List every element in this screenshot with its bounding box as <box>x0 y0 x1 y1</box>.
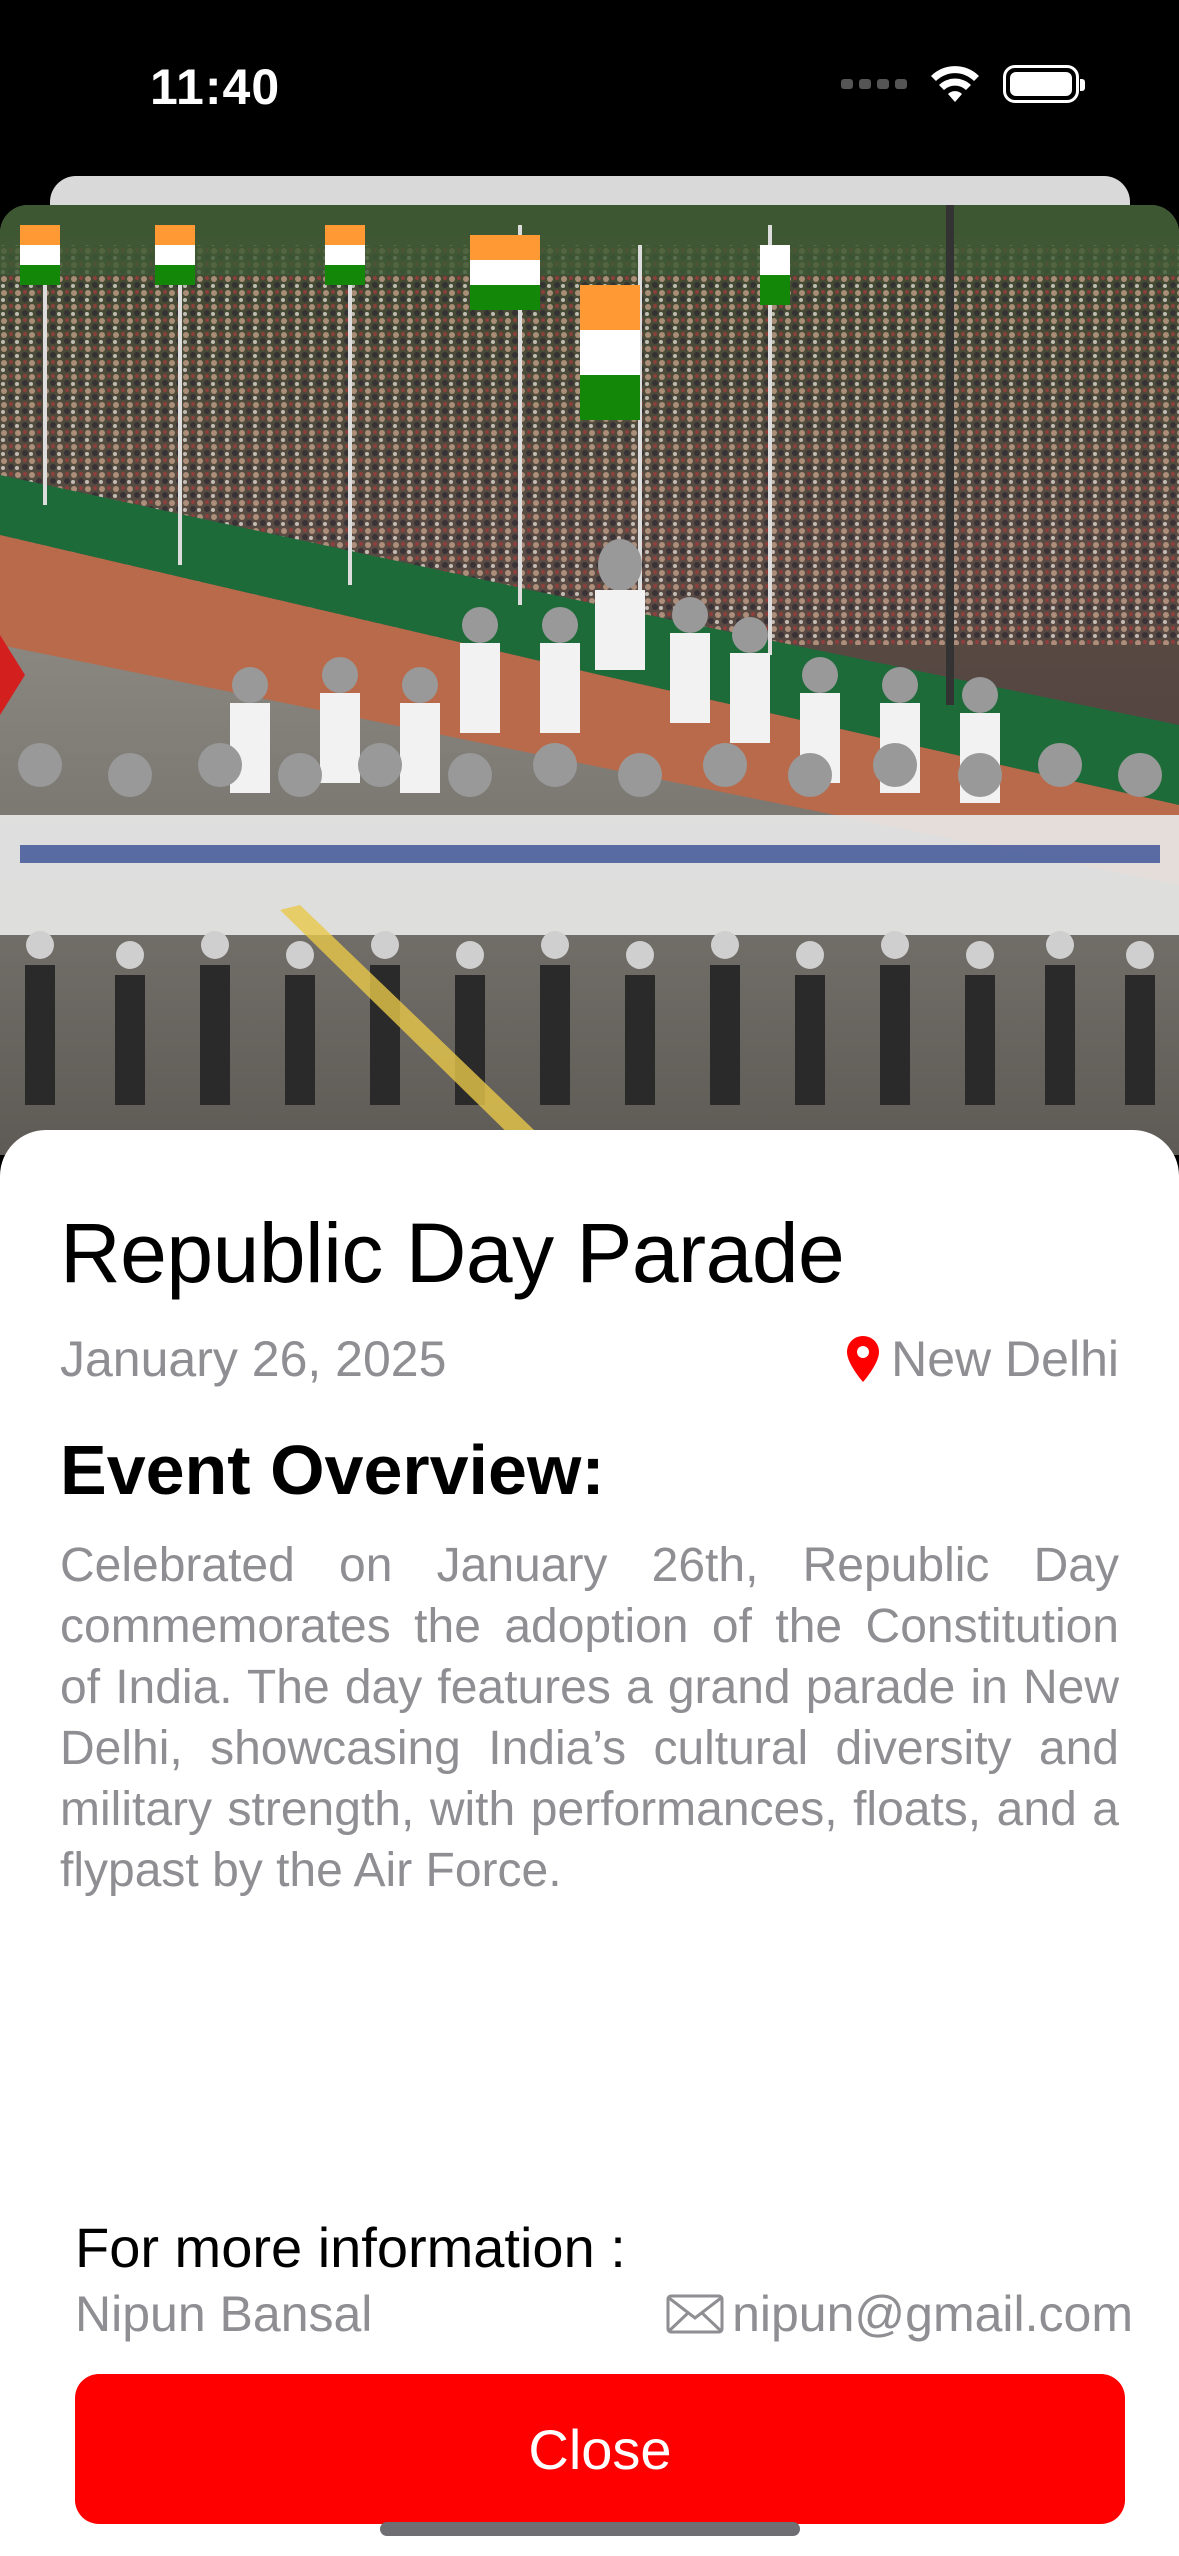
status-icons <box>841 64 1085 104</box>
location-pin-icon <box>847 1336 880 1382</box>
event-detail-card: Republic Day Parade January 26, 2025 New… <box>0 1130 1179 2556</box>
contact-email-link[interactable]: nipun@gmail.com <box>666 2285 1133 2343</box>
contact-email-label: nipun@gmail.com <box>732 2286 1133 2342</box>
battery-icon <box>1003 65 1085 103</box>
wifi-icon <box>931 66 979 102</box>
event-meta-row: January 26, 2025 New Delhi <box>60 1330 1119 1388</box>
more-info-heading: For more information : <box>75 2216 626 2279</box>
event-location-label: New Delhi <box>891 1331 1119 1387</box>
event-location: New Delhi <box>847 1330 1119 1388</box>
signal-icon <box>841 79 907 89</box>
status-bar: 11:40 <box>0 0 1179 175</box>
event-hero-image <box>0 205 1179 1155</box>
contact-name: Nipun Bansal <box>75 2286 373 2342</box>
mail-icon <box>666 2294 724 2334</box>
overview-heading: Event Overview: <box>60 1431 605 1509</box>
contact-row: Nipun Bansal nipun@gmail.com <box>75 2285 1133 2343</box>
event-date: January 26, 2025 <box>60 1331 447 1387</box>
event-title: Republic Day Parade <box>60 1206 845 1300</box>
parade-photo-icon <box>0 205 1179 1155</box>
home-indicator[interactable] <box>380 2522 800 2536</box>
overview-text: Celebrated on January 26th, Republic Day… <box>60 1539 1119 1897</box>
status-time: 11:40 <box>150 59 281 115</box>
close-button[interactable]: Close <box>75 2374 1125 2524</box>
